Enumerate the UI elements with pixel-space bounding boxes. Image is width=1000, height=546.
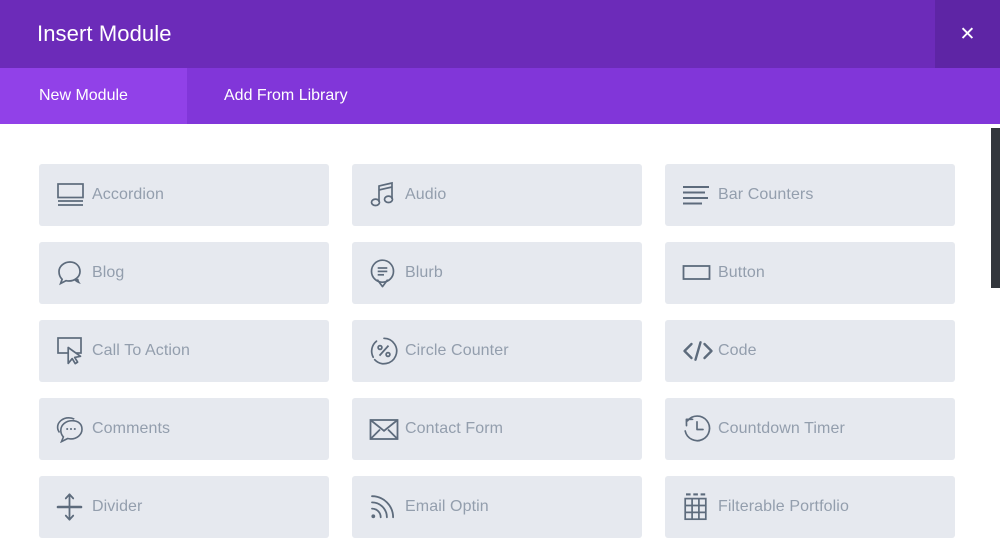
module-label: Email Optin xyxy=(405,498,489,515)
module-card-blurb[interactable]: Blurb xyxy=(352,242,642,304)
module-label: Audio xyxy=(405,186,447,203)
modal-header: Insert Module ✕ xyxy=(0,0,1000,68)
bar-counters-icon xyxy=(682,179,718,211)
music-note-icon xyxy=(369,179,405,211)
module-card-email-optin[interactable]: Email Optin xyxy=(352,476,642,538)
module-label: Button xyxy=(718,264,765,281)
module-label: Comments xyxy=(92,420,171,437)
module-card-code[interactable]: Code xyxy=(665,320,955,382)
speech-bubbles-icon xyxy=(56,257,92,289)
scrollbar-thumb[interactable] xyxy=(991,128,1000,288)
tab-new-module-label: New Module xyxy=(39,87,128,104)
module-card-blog[interactable]: Blog xyxy=(39,242,329,304)
tab-bar: New Module Add From Library xyxy=(0,68,1000,124)
module-card-circle-counter[interactable]: Circle Counter xyxy=(352,320,642,382)
module-label: Contact Form xyxy=(405,420,504,437)
circle-percent-icon xyxy=(369,335,405,367)
module-label: Blog xyxy=(92,264,125,281)
cursor-box-icon xyxy=(56,335,92,367)
rectangle-button-icon xyxy=(682,257,718,289)
module-card-divider[interactable]: Divider xyxy=(39,476,329,538)
module-card-filterable-portfolio[interactable]: Filterable Portfolio xyxy=(665,476,955,538)
module-card-button[interactable]: Button xyxy=(665,242,955,304)
tab-add-from-library[interactable]: Add From Library xyxy=(187,68,348,124)
module-label: Blurb xyxy=(405,264,443,281)
module-label: Bar Counters xyxy=(718,186,814,203)
module-card-call-to-action[interactable]: Call To Action xyxy=(39,320,329,382)
module-grid: Accordion Audio Bar Counters Blog Blurb … xyxy=(0,124,990,538)
signal-waves-icon xyxy=(369,491,405,523)
modal-body: Accordion Audio Bar Counters Blog Blurb … xyxy=(0,124,1000,546)
clock-rewind-icon xyxy=(682,413,718,445)
tab-new-module[interactable]: New Module xyxy=(0,68,187,124)
accordion-icon xyxy=(56,179,92,211)
module-label: Code xyxy=(718,342,757,359)
grid-filter-icon xyxy=(682,491,718,523)
tab-add-from-library-label: Add From Library xyxy=(224,87,348,104)
close-button[interactable]: ✕ xyxy=(935,0,1000,68)
page-title: Insert Module xyxy=(37,21,172,46)
module-label: Divider xyxy=(92,498,143,515)
module-card-contact-form[interactable]: Contact Form xyxy=(352,398,642,460)
module-card-bar-counters[interactable]: Bar Counters xyxy=(665,164,955,226)
scrollbar-track[interactable] xyxy=(991,124,1000,546)
blurb-pin-icon xyxy=(369,257,405,289)
module-card-countdown-timer[interactable]: Countdown Timer xyxy=(665,398,955,460)
module-card-accordion[interactable]: Accordion xyxy=(39,164,329,226)
module-label: Accordion xyxy=(92,186,165,203)
insert-module-modal: Insert Module ✕ New Module Add From Libr… xyxy=(0,0,1000,546)
close-icon: ✕ xyxy=(959,22,976,45)
module-label: Call To Action xyxy=(92,342,191,359)
module-card-audio[interactable]: Audio xyxy=(352,164,642,226)
module-card-comments[interactable]: Comments xyxy=(39,398,329,460)
module-label: Countdown Timer xyxy=(718,420,845,437)
module-label: Circle Counter xyxy=(405,342,509,359)
divider-arrows-icon xyxy=(56,491,92,523)
comment-bubbles-icon xyxy=(56,413,92,445)
code-brackets-icon xyxy=(682,335,718,367)
envelope-icon xyxy=(369,413,405,445)
module-label: Filterable Portfolio xyxy=(718,498,849,515)
